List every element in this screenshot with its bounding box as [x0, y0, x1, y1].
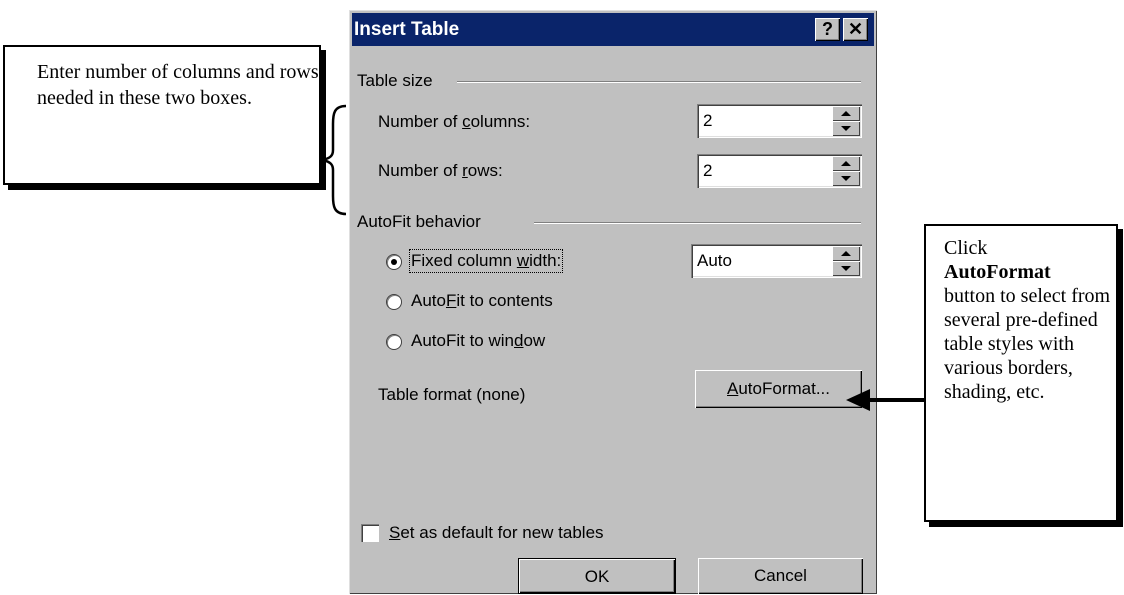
- autofit-group-label: AutoFit behavior: [357, 212, 481, 231]
- rows-increment-button[interactable]: [832, 156, 860, 171]
- autofit-contents-label[interactable]: AutoFit to contents: [411, 291, 553, 311]
- table-size-divider: [457, 81, 861, 83]
- rows-value: 2: [703, 161, 713, 180]
- fixed-width-label[interactable]: Fixed column width:: [408, 249, 564, 273]
- autofit-divider: [534, 222, 861, 224]
- columns-decrement-button[interactable]: [832, 121, 860, 136]
- set-default-label[interactable]: Set as default for new tables: [389, 523, 604, 543]
- title-bar[interactable]: Insert Table ? ✕: [352, 13, 874, 46]
- callout-autoformat: Click AutoFormat button to select from s…: [924, 224, 1118, 522]
- width-increment-button[interactable]: [832, 246, 860, 261]
- columns-value: 2: [703, 111, 713, 130]
- callout-columns-rows-text: Enter number of columns and rows needed …: [37, 61, 319, 109]
- rows-spinner[interactable]: 2: [697, 154, 862, 188]
- table-format-label: Table format (none): [378, 385, 526, 404]
- set-default-checkbox[interactable]: [361, 524, 379, 542]
- callout-autoformat-rest: button to select from several pre-define…: [944, 285, 1111, 403]
- fixed-width-radio[interactable]: [386, 254, 402, 270]
- columns-spinner[interactable]: 2: [697, 104, 862, 138]
- help-icon: ?: [822, 19, 833, 39]
- columns-increment-button[interactable]: [832, 106, 860, 121]
- close-button[interactable]: ✕: [843, 18, 868, 41]
- callout-autoformat-line1: Click: [944, 237, 988, 259]
- columns-label: Number of columns:: [378, 112, 531, 131]
- radio-selected-dot: [391, 259, 397, 265]
- rows-label: Number of rows:: [378, 161, 503, 180]
- arrow-down-icon: [841, 126, 851, 131]
- help-button[interactable]: ?: [815, 18, 840, 41]
- callout-columns-rows: Enter number of columns and rows needed …: [3, 45, 321, 185]
- autofit-contents-radio[interactable]: [386, 294, 402, 310]
- insert-table-dialog: Insert Table ? ✕ Table size Number of co…: [349, 10, 877, 594]
- autoformat-button[interactable]: AutoFormat...: [695, 370, 862, 408]
- close-icon: ✕: [847, 19, 864, 39]
- dialog-title: Insert Table: [354, 19, 460, 40]
- ok-button[interactable]: OK: [518, 558, 676, 594]
- cancel-button[interactable]: Cancel: [698, 558, 863, 594]
- table-size-group-label: Table size: [357, 71, 433, 90]
- pointer-arrow: [846, 389, 924, 411]
- arrow-down-icon: [841, 266, 851, 271]
- column-width-spinner[interactable]: Auto: [691, 244, 862, 278]
- callout-autoformat-bold: AutoFormat: [944, 261, 1051, 283]
- arrow-up-icon: [841, 111, 851, 116]
- rows-decrement-button[interactable]: [832, 171, 860, 186]
- arrow-up-icon: [841, 251, 851, 256]
- autofit-window-label[interactable]: AutoFit to window: [411, 331, 545, 351]
- arrow-up-icon: [841, 161, 851, 166]
- column-width-value: Auto: [697, 251, 732, 270]
- width-decrement-button[interactable]: [832, 261, 860, 276]
- autofit-window-radio[interactable]: [386, 334, 402, 350]
- arrow-down-icon: [841, 176, 851, 181]
- bracket-annotation: [320, 104, 347, 216]
